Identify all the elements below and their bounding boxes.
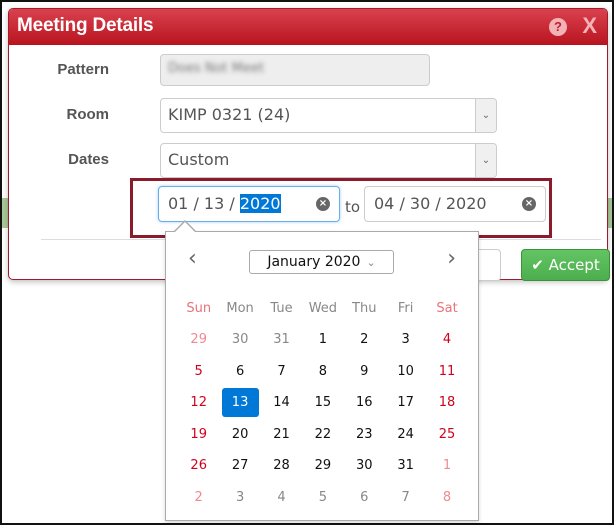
calendar-day[interactable]: 21 — [261, 419, 302, 451]
weekday-header: Wed — [308, 301, 338, 316]
accept-button[interactable]: ✔ Accept — [521, 249, 610, 281]
calendar-day[interactable]: 30 — [344, 450, 385, 482]
calendar-day[interactable]: 1 — [426, 450, 467, 482]
calendar-day[interactable]: 22 — [302, 419, 343, 451]
calendar-day[interactable]: 7 — [385, 482, 426, 514]
calendar-day[interactable]: 2 — [344, 324, 385, 356]
calendar-day[interactable]: 31 — [385, 450, 426, 482]
calendar-day[interactable]: 16 — [344, 387, 385, 419]
chevron-down-icon[interactable]: ⌄ — [475, 144, 496, 177]
calendar-day[interactable]: 7 — [261, 356, 302, 388]
calendar-day[interactable]: 12 — [178, 387, 219, 419]
help-icon[interactable]: ? — [549, 18, 567, 36]
calendar-day[interactable]: 24 — [385, 419, 426, 451]
clear-icon[interactable]: × — [316, 197, 330, 211]
calendar-day[interactable]: 5 — [302, 482, 343, 514]
close-icon[interactable]: X — [582, 13, 597, 39]
calendar-day[interactable]: 2 — [178, 482, 219, 514]
start-date-selected-year: 2020 — [239, 194, 281, 213]
to-label: to — [345, 198, 361, 216]
check-icon: ✔ — [531, 256, 544, 274]
calendar-day[interactable]: 1 — [302, 324, 343, 356]
chevron-right-icon[interactable]: › — [447, 246, 456, 271]
end-date-text: 04 / 30 / 2020 — [374, 194, 487, 213]
weekday-header: Sun — [186, 301, 212, 316]
calendar-day[interactable]: 17 — [385, 387, 426, 419]
calendar-day[interactable]: 19 — [178, 419, 219, 451]
calendar-day[interactable]: 29 — [178, 324, 219, 356]
dates-label: Dates — [68, 151, 109, 168]
pattern-field: Does Not Meet — [160, 54, 430, 86]
screen: Meeting Details ? X Pattern Does Not Mee… — [0, 0, 614, 525]
calendar-day[interactable]: 5 — [178, 356, 219, 388]
weekday-header: Tue — [270, 301, 293, 316]
room-value: KIMP 0321 (24) — [168, 105, 291, 124]
calendar-day[interactable]: 6 — [344, 482, 385, 514]
start-date-text: 01 / 13 / — [168, 194, 240, 213]
calendar-day[interactable]: 25 — [426, 419, 467, 451]
calendar-day[interactable]: 8 — [426, 482, 467, 514]
dates-select[interactable]: Custom ⌄ — [160, 143, 497, 178]
calendar-grid: Sun Mon Tue Wed Thu Fri Sat 29 30 31 1 2 3 4 5 6 7 8 9 10 11… — [178, 294, 468, 513]
calendar-caret — [175, 222, 195, 232]
end-date-input[interactable]: 04 / 30 / 2020 × — [364, 186, 546, 222]
month-label: January 2020 — [267, 254, 361, 270]
start-date-input[interactable]: 01 / 13 / 2020 × — [158, 186, 340, 222]
date-picker-calendar: ‹ January 2020 ⌄ › Sun Mon Tue Wed Thu Fri Sat 2… — [165, 231, 479, 521]
dialog-header: Meeting Details ? X — [9, 9, 607, 45]
calendar-day-selected[interactable]: 13 — [219, 387, 260, 419]
calendar-day[interactable]: 3 — [385, 324, 426, 356]
calendar-day[interactable]: 6 — [219, 356, 260, 388]
calendar-day[interactable]: 10 — [385, 356, 426, 388]
calendar-day[interactable]: 31 — [261, 324, 302, 356]
pattern-value: Does Not Meet — [168, 61, 265, 76]
calendar-day[interactable]: 27 — [219, 450, 260, 482]
calendar-day[interactable]: 11 — [426, 356, 467, 388]
calendar-day[interactable]: 9 — [344, 356, 385, 388]
calendar-day[interactable]: 23 — [344, 419, 385, 451]
weekday-header: Fri — [397, 301, 414, 316]
calendar-day[interactable]: 30 — [219, 324, 260, 356]
calendar-day[interactable]: 18 — [426, 387, 467, 419]
room-select[interactable]: KIMP 0321 (24) ⌄ — [160, 98, 497, 133]
clear-icon[interactable]: × — [522, 197, 536, 211]
chevron-down-icon: ⌄ — [366, 256, 376, 269]
calendar-day[interactable]: 4 — [426, 324, 467, 356]
chevron-down-icon[interactable]: ⌄ — [475, 99, 496, 132]
calendar-day[interactable]: 3 — [219, 482, 260, 514]
dialog-title: Meeting Details — [17, 15, 154, 36]
chevron-left-icon[interactable]: ‹ — [188, 246, 197, 271]
weekday-header: Mon — [226, 301, 254, 316]
accept-label: Accept — [548, 256, 600, 274]
calendar-day[interactable]: 4 — [261, 482, 302, 514]
weekday-header: Sat — [436, 301, 458, 316]
weekday-header: Thu — [352, 301, 377, 316]
pattern-label: Pattern — [57, 61, 109, 78]
room-label: Room — [66, 106, 110, 123]
dates-value: Custom — [168, 150, 230, 169]
calendar-day[interactable]: 15 — [302, 387, 343, 419]
calendar-day[interactable]: 14 — [261, 387, 302, 419]
calendar-day[interactable]: 8 — [302, 356, 343, 388]
calendar-day[interactable]: 29 — [302, 450, 343, 482]
month-select[interactable]: January 2020 ⌄ — [249, 250, 394, 274]
calendar-day[interactable]: 20 — [219, 419, 260, 451]
calendar-day[interactable]: 26 — [178, 450, 219, 482]
calendar-day[interactable]: 28 — [261, 450, 302, 482]
